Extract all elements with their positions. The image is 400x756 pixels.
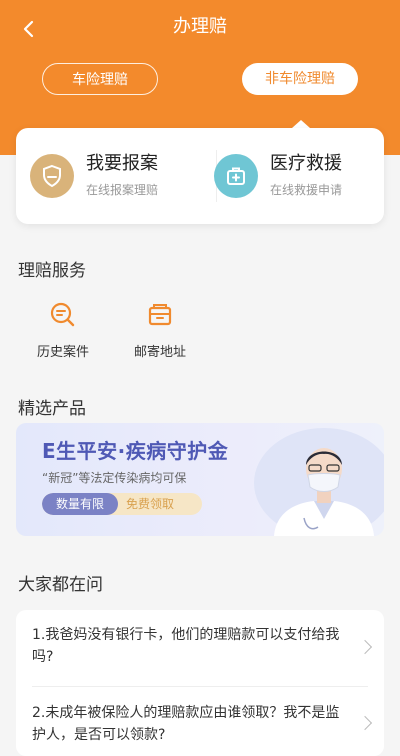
medical-rescue-button[interactable]: 医疗救援 在线救援申请 bbox=[214, 148, 342, 204]
tab-indicator bbox=[292, 120, 310, 128]
featured-products-heading: 精选产品 bbox=[18, 399, 86, 419]
tab-noncar-claim[interactable]: 非车险理赔 bbox=[242, 63, 358, 95]
banner-badge-free: 免费领取 bbox=[126, 497, 175, 511]
mailing-address-button[interactable]: 邮寄地址 bbox=[115, 298, 205, 362]
faq-item[interactable]: 1.我爸妈没有银行卡，他们的理赔款可以支付给我吗? bbox=[32, 624, 368, 668]
doctor-illustration bbox=[254, 428, 384, 536]
shield-icon bbox=[30, 154, 74, 198]
medical-rescue-subtitle: 在线救援申请 bbox=[270, 183, 343, 197]
medical-kit-icon bbox=[214, 154, 258, 198]
faq-item-text: 1.我爸妈没有银行卡，他们的理赔款可以支付给我吗? bbox=[32, 627, 340, 665]
faq-item-text: 2.未成年被保险人的理赔款应由谁领取？我不是监护人，是否可以领款? bbox=[32, 705, 340, 743]
medical-rescue-title: 医疗救援 bbox=[270, 153, 342, 174]
claim-services-heading: 理赔服务 bbox=[18, 261, 86, 281]
banner-title: E生平安·疾病守护金 bbox=[42, 439, 229, 463]
product-banner[interactable]: E生平安·疾病守护金 “新冠”等法定传染病均可保 数量有限 免费领取 bbox=[16, 423, 384, 536]
banner-badge[interactable]: 数量有限 免费领取 bbox=[42, 493, 202, 515]
history-cases-button[interactable]: 历史案件 bbox=[18, 298, 108, 362]
faq-list: 1.我爸妈没有银行卡，他们的理赔款可以支付给我吗? 2.未成年被保险人的理赔款应… bbox=[16, 610, 384, 756]
page-title: 办理赔 bbox=[173, 16, 227, 37]
quick-actions-card: 我要报案 在线报案理赔 医疗救援 在线救援申请 bbox=[16, 128, 384, 224]
history-cases-label: 历史案件 bbox=[36, 345, 89, 360]
faq-heading: 大家都在问 bbox=[18, 575, 103, 595]
report-case-button[interactable]: 我要报案 在线报案理赔 bbox=[30, 148, 158, 204]
report-case-title: 我要报案 bbox=[86, 153, 158, 174]
banner-badge-limited: 数量有限 bbox=[42, 493, 118, 515]
search-history-icon bbox=[18, 298, 108, 332]
tab-car-claim[interactable]: 车险理赔 bbox=[42, 63, 158, 95]
mailbox-icon bbox=[115, 298, 205, 332]
report-case-subtitle: 在线报案理赔 bbox=[86, 183, 159, 197]
mailing-address-label: 邮寄地址 bbox=[133, 345, 186, 360]
faq-divider bbox=[32, 686, 368, 687]
faq-item[interactable]: 2.未成年被保险人的理赔款应由谁领取？我不是监护人，是否可以领款? bbox=[32, 702, 368, 746]
banner-subtitle: “新冠”等法定传染病均可保 bbox=[42, 471, 187, 485]
